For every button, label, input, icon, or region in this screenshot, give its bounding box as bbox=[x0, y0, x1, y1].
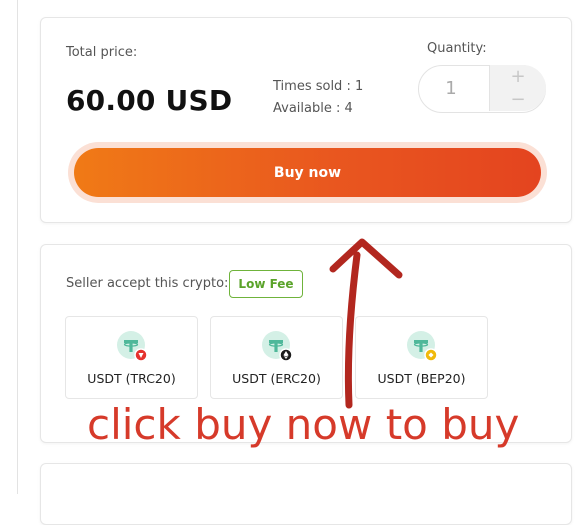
next-card bbox=[40, 463, 572, 525]
crypto-option-usdt-erc20[interactable]: USDT (ERC20) bbox=[210, 316, 343, 399]
usdt-erc20-icon bbox=[262, 331, 293, 362]
quantity-increment-button[interactable]: + bbox=[490, 65, 546, 88]
left-divider bbox=[17, 0, 18, 494]
quantity-label: Quantity: bbox=[427, 41, 487, 56]
quantity-stepper: 1 + − bbox=[418, 65, 546, 113]
quantity-input[interactable]: 1 bbox=[419, 66, 483, 112]
buy-now-button[interactable]: Buy now bbox=[74, 148, 541, 197]
crypto-option-usdt-trc20[interactable]: USDT (TRC20) bbox=[65, 316, 198, 399]
total-price-label: Total price: bbox=[66, 45, 138, 60]
quantity-buttons: + − bbox=[489, 65, 546, 111]
times-sold: Times sold : 1 bbox=[273, 79, 364, 94]
usdt-bep20-icon bbox=[407, 331, 438, 362]
crypto-option-usdt-bep20[interactable]: USDT (BEP20) bbox=[355, 316, 488, 399]
annotation-text: click buy now to buy bbox=[87, 400, 520, 449]
crypto-option-label: USDT (ERC20) bbox=[232, 371, 321, 386]
seller-accept-label: Seller accept this crypto: bbox=[66, 276, 229, 291]
total-price-value: 60.00 USD bbox=[66, 84, 233, 117]
low-fee-badge: Low Fee bbox=[229, 270, 303, 298]
crypto-option-label: USDT (TRC20) bbox=[87, 371, 176, 386]
usdt-trc20-icon bbox=[117, 331, 148, 362]
buy-button-focus-ring: Buy now bbox=[68, 142, 547, 203]
quantity-decrement-button[interactable]: − bbox=[490, 88, 546, 111]
crypto-option-label: USDT (BEP20) bbox=[377, 371, 466, 386]
available-count: Available : 4 bbox=[273, 101, 353, 116]
purchase-card: Total price: 60.00 USD Times sold : 1 Av… bbox=[40, 17, 572, 223]
